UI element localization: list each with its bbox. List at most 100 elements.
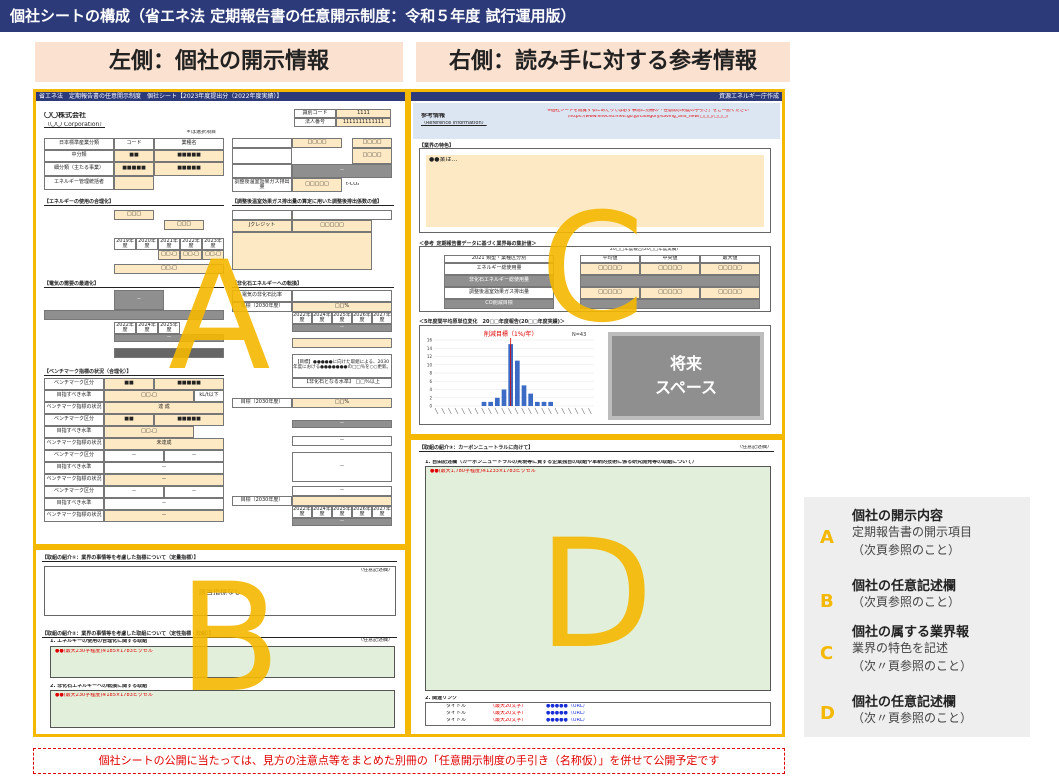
target-value: □□%	[292, 398, 392, 408]
year-cell: 2019年度	[114, 238, 136, 250]
chart-bars	[434, 338, 592, 415]
jcredit: Jクレジット	[232, 220, 292, 232]
plan-text2: 【非化石となる水準】 □□％以上	[292, 378, 392, 388]
select-note: ＊は選択項目	[186, 130, 217, 135]
stats-val: □□□□□	[640, 287, 700, 299]
ghg-blank	[232, 232, 372, 270]
link-url[interactable]: ●●●●●（URL）	[546, 711, 588, 717]
power-cell: －	[114, 290, 164, 310]
bench-value: －	[104, 498, 224, 510]
bench-value: 未達成	[104, 438, 224, 450]
x-tick-label	[588, 407, 592, 415]
row-value: ■■■■■	[154, 162, 224, 176]
histogram-bar	[528, 393, 533, 406]
bench-label: ベンチマーク指標の状況	[44, 510, 104, 522]
row-value: ■■	[114, 150, 154, 162]
year-cell: 2024年度	[136, 322, 158, 334]
year-cell: 2026年度	[352, 312, 372, 324]
y-tick-label: 6	[429, 379, 432, 384]
future-line1: 将来	[669, 354, 702, 373]
link-url[interactable]: ●●●●●（URL）	[546, 704, 588, 710]
row-label: 中分類	[44, 150, 114, 162]
legend-sub-a: 定期報告書の開示項目 （次頁参照のこと）	[852, 525, 973, 557]
legend-title-a: 個社の開示内容	[852, 509, 944, 524]
year-cell: 2024年度	[312, 312, 332, 324]
stats-head: 2021 類型・業種区分別	[444, 255, 554, 263]
y-tick-label: 4	[429, 387, 432, 392]
stats-val: □□□□□	[580, 263, 640, 275]
corp-code-label: 法人番号	[294, 118, 336, 127]
future-line2: スペース	[654, 378, 718, 397]
elec-label: 電気の非化石比率	[232, 290, 292, 302]
id-value: 1111	[336, 109, 391, 118]
bench-value: －	[104, 474, 224, 486]
future-space: 将来 スペース	[608, 332, 764, 420]
right-header: 右側：読み手に対する参考情報	[416, 42, 790, 82]
bench-value: ■■■■■	[154, 378, 224, 390]
x-tick-label	[548, 407, 552, 415]
nf-cell: －	[292, 324, 392, 332]
x-tick-label	[521, 407, 525, 415]
x-tick-label	[468, 407, 472, 415]
x-tick-label	[554, 407, 559, 415]
x-tick-label	[508, 407, 512, 415]
d-optional: （任意記述欄）	[736, 445, 772, 450]
year-cell: 2022年度	[292, 506, 312, 518]
link-max: （最大20文字）	[490, 704, 527, 709]
bench-value: －	[104, 450, 164, 462]
target-label: 目標（2030年度）	[232, 496, 292, 506]
energy-label	[232, 164, 292, 178]
b-optional: （任意記述欄）	[357, 568, 393, 573]
histogram-bar	[515, 360, 520, 406]
y-tick-label: 2	[429, 395, 432, 400]
bench-label: ベンチマーク指標の状況	[44, 474, 104, 486]
histogram-bar	[541, 401, 547, 406]
year-cell: 2027年度	[372, 506, 392, 518]
bench-label: ベンチマーク区分	[44, 450, 104, 462]
sec-power: 【電気の需要の最適化】	[44, 280, 224, 288]
chart-label: 削減目標（1%/年）	[484, 330, 538, 338]
elec-value	[292, 290, 392, 302]
row-label: 細分類（主たる事業）	[44, 162, 114, 176]
legend-title-b: 個社の任意記述欄	[852, 579, 957, 594]
ref-title: 参考情報	[421, 113, 446, 119]
bench-value: □□.□	[104, 426, 194, 438]
x-tick-label	[568, 407, 572, 415]
d-sub: 1. 自由記述欄（カーボンニュートラルの実現等に資する企業独自の取組や革新的技術…	[425, 460, 697, 465]
year-cell: 2026年度	[352, 506, 372, 518]
year-cell: 2022年度	[292, 312, 312, 324]
chart-box: 削減目標（1%/年） N=43 0 2 4 6 8 10 12 14 16 将来 スペース	[419, 325, 771, 425]
ghg-value: □□□□□	[292, 220, 372, 232]
target-label: 目標（2030年度）	[232, 302, 292, 312]
d-title: 【取組の紹介③：カーボンニュートラルに向けて】	[419, 444, 774, 452]
legend-title-d: 個社の任意記述欄	[852, 695, 957, 710]
ghg-row	[232, 210, 292, 220]
row-label: エネルギー管理統括者	[44, 176, 114, 190]
b-box1: （任意記述欄） 該当指標なし	[44, 566, 396, 616]
chart-n: N=43	[572, 332, 586, 338]
x-tick-label	[501, 407, 505, 415]
year-cell: 2024年度	[312, 506, 332, 518]
bench-value: ■■■■■	[154, 414, 224, 426]
warning: ※個社シートを閲覧するにあたっては必ず事前に別冊の「任意開示制度の手引き」をご一…	[547, 109, 749, 113]
section-c-frame: 資源エネルギー庁作成 参考情報 （Reference information） …	[408, 89, 785, 437]
link-title: タイトル	[446, 718, 467, 723]
y-tick-label: 0	[429, 404, 432, 409]
d-links: タイトル （最大20文字） ●●●●●（URL） タイトル （最大20文字） ●…	[425, 702, 771, 726]
bench-label: 目指すべき水準	[44, 498, 104, 510]
energy-value: －	[292, 164, 392, 178]
row-value: コード	[114, 138, 154, 150]
energy-label	[232, 148, 292, 164]
legend-letter-a: A	[820, 527, 834, 548]
ref-header: 参考情報 （Reference information） ※個社シートを閲覧する…	[413, 103, 780, 139]
section-b-frame: 【取組の紹介①：業界の事情等を考慮した指標について（定量指標）】 （任意記述欄）…	[33, 547, 408, 737]
bench-value: －	[104, 510, 224, 522]
b-sub1: 1. エネルギーの使用の合理化に関する取組	[50, 639, 148, 644]
bench-label: 目指すべき水準	[44, 390, 104, 402]
energy-cell: □□.□	[180, 250, 202, 260]
stats-row: CO削減目標	[444, 299, 554, 309]
link-url[interactable]: ●●●●●（URL）	[546, 718, 588, 724]
row-label: 日本標準産業分類	[44, 138, 114, 150]
sec-energy: 【エネルギーの使用の合理化】	[44, 198, 224, 206]
link-max: （最大20文字）	[490, 711, 527, 716]
